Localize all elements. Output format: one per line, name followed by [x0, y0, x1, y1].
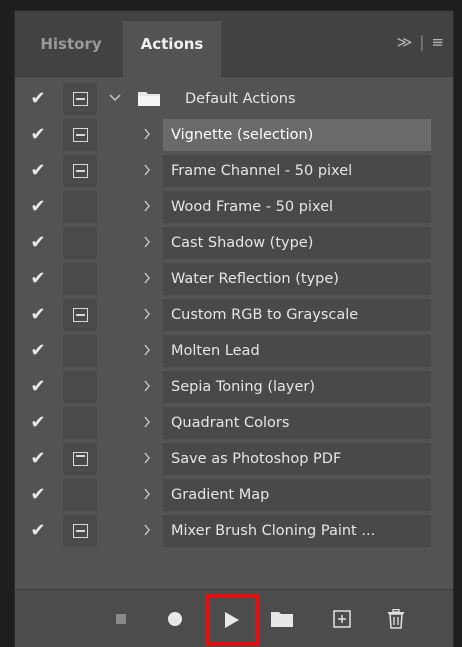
action-name: Molten Lead	[163, 335, 431, 367]
action-row[interactable]: ✔ Save as Photoshop PDF	[15, 441, 453, 477]
chevron-right-icon[interactable]	[139, 405, 155, 439]
action-name: Gradient Map	[163, 479, 431, 511]
action-row[interactable]: ✔ Sepia Toning (layer)	[15, 369, 453, 405]
actions-toolbar	[15, 589, 453, 647]
chevron-right-icon[interactable]	[139, 261, 155, 295]
hamburger-menu-icon[interactable]: ≡	[431, 33, 445, 51]
dialog-icon	[72, 308, 88, 322]
dialog-toggle[interactable]	[63, 479, 97, 511]
action-row[interactable]: ✔ Custom RGB to Grayscale	[15, 297, 453, 333]
expand-icon[interactable]: ≫	[397, 33, 414, 51]
action-row[interactable]: ✔ Frame Channel - 50 pixel	[15, 153, 453, 189]
action-row[interactable]: ✔ Mixer Brush Cloning Paint ...	[15, 513, 453, 549]
chevron-right-icon[interactable]	[139, 117, 155, 151]
tab-actions[interactable]: Actions	[123, 21, 221, 77]
stop-button[interactable]	[111, 590, 131, 647]
record-icon	[168, 612, 182, 626]
dialog-toggle[interactable]	[63, 263, 97, 295]
toggle-check-icon[interactable]: ✔	[23, 117, 53, 151]
dialog-toggle[interactable]	[63, 155, 97, 187]
dialog-toggle[interactable]	[63, 299, 97, 331]
folder-icon	[138, 92, 160, 106]
actions-panel: History Actions ≫ | ≡ ✔ Default Actions ✔ V…	[14, 10, 454, 647]
toggle-check-icon[interactable]: ✔	[23, 297, 53, 331]
action-set-name: Default Actions	[185, 91, 296, 107]
dialog-icon	[72, 92, 88, 106]
dialog-toggle[interactable]	[63, 515, 97, 547]
play-button[interactable]	[205, 594, 259, 646]
chevron-right-icon[interactable]	[139, 369, 155, 403]
action-row[interactable]: ✔ Wood Frame - 50 pixel	[15, 189, 453, 225]
dialog-icon	[72, 524, 88, 538]
toggle-check-icon[interactable]: ✔	[23, 189, 53, 223]
toggle-check-icon[interactable]: ✔	[23, 333, 53, 367]
dialog-icon	[72, 164, 88, 178]
delete-button[interactable]	[385, 590, 407, 647]
toggle-check-icon[interactable]: ✔	[23, 405, 53, 439]
dialog-icon	[72, 128, 88, 142]
action-name: Cast Shadow (type)	[163, 227, 431, 259]
toggle-check-icon[interactable]: ✔	[23, 81, 53, 115]
action-name: Vignette (selection)	[163, 119, 431, 151]
chevron-right-icon[interactable]	[139, 297, 155, 331]
dialog-toggle[interactable]	[63, 371, 97, 403]
new-action-icon	[333, 610, 351, 628]
tab-history[interactable]: History	[21, 21, 121, 77]
chevron-right-icon[interactable]	[139, 513, 155, 547]
action-name: Sepia Toning (layer)	[163, 371, 431, 403]
toggle-check-icon[interactable]: ✔	[23, 261, 53, 295]
action-name: Mixer Brush Cloning Paint ...	[163, 515, 431, 547]
dialog-toggle[interactable]	[63, 227, 97, 259]
tab-bar: History Actions ≫ | ≡	[15, 11, 453, 77]
chevron-right-icon[interactable]	[139, 189, 155, 223]
toggle-check-icon[interactable]: ✔	[23, 225, 53, 259]
chevron-right-icon[interactable]	[139, 225, 155, 259]
action-row[interactable]: ✔ Gradient Map	[15, 477, 453, 513]
trash-icon	[388, 609, 404, 629]
action-row[interactable]: ✔ Molten Lead	[15, 333, 453, 369]
menu-separator: |	[419, 33, 426, 51]
dialog-toggle[interactable]	[63, 335, 97, 367]
new-action-button[interactable]	[331, 590, 353, 647]
record-button[interactable]	[165, 590, 185, 647]
stop-icon	[116, 614, 126, 624]
dialog-toggle[interactable]	[63, 443, 97, 475]
folder-icon	[271, 612, 293, 627]
toggle-check-icon[interactable]: ✔	[23, 153, 53, 187]
action-row[interactable]: ✔ Vignette (selection)	[15, 117, 453, 153]
chevron-right-icon[interactable]	[139, 477, 155, 511]
chevron-right-icon[interactable]	[139, 333, 155, 367]
actions-list: ✔ Default Actions ✔ Vignette (selection) ✔…	[15, 81, 453, 549]
action-name: Custom RGB to Grayscale	[163, 299, 431, 331]
panel-menu[interactable]: ≫ | ≡	[397, 33, 445, 51]
chevron-right-icon[interactable]	[139, 441, 155, 475]
chevron-down-icon[interactable]	[107, 81, 123, 115]
action-set-row[interactable]: ✔ Default Actions	[15, 81, 453, 117]
dialog-toggle[interactable]	[63, 191, 97, 223]
action-row[interactable]: ✔ Quadrant Colors	[15, 405, 453, 441]
action-name: Save as Photoshop PDF	[163, 443, 431, 475]
toggle-check-icon[interactable]: ✔	[23, 441, 53, 475]
dialog-toggle[interactable]	[63, 407, 97, 439]
chevron-right-icon[interactable]	[139, 153, 155, 187]
dialog-toggle[interactable]	[63, 83, 97, 115]
new-set-button[interactable]	[269, 590, 295, 647]
action-row[interactable]: ✔ Cast Shadow (type)	[15, 225, 453, 261]
dialog-toggle[interactable]	[63, 119, 97, 151]
action-name: Wood Frame - 50 pixel	[163, 191, 431, 223]
toggle-check-icon[interactable]: ✔	[23, 369, 53, 403]
action-row[interactable]: ✔ Water Reflection (type)	[15, 261, 453, 297]
toggle-check-icon[interactable]: ✔	[23, 477, 53, 511]
action-name: Water Reflection (type)	[163, 263, 431, 295]
action-name: Quadrant Colors	[163, 407, 431, 439]
play-icon	[225, 612, 239, 628]
toggle-check-icon[interactable]: ✔	[23, 513, 53, 547]
dialog-icon	[72, 452, 88, 466]
action-name: Frame Channel - 50 pixel	[163, 155, 431, 187]
